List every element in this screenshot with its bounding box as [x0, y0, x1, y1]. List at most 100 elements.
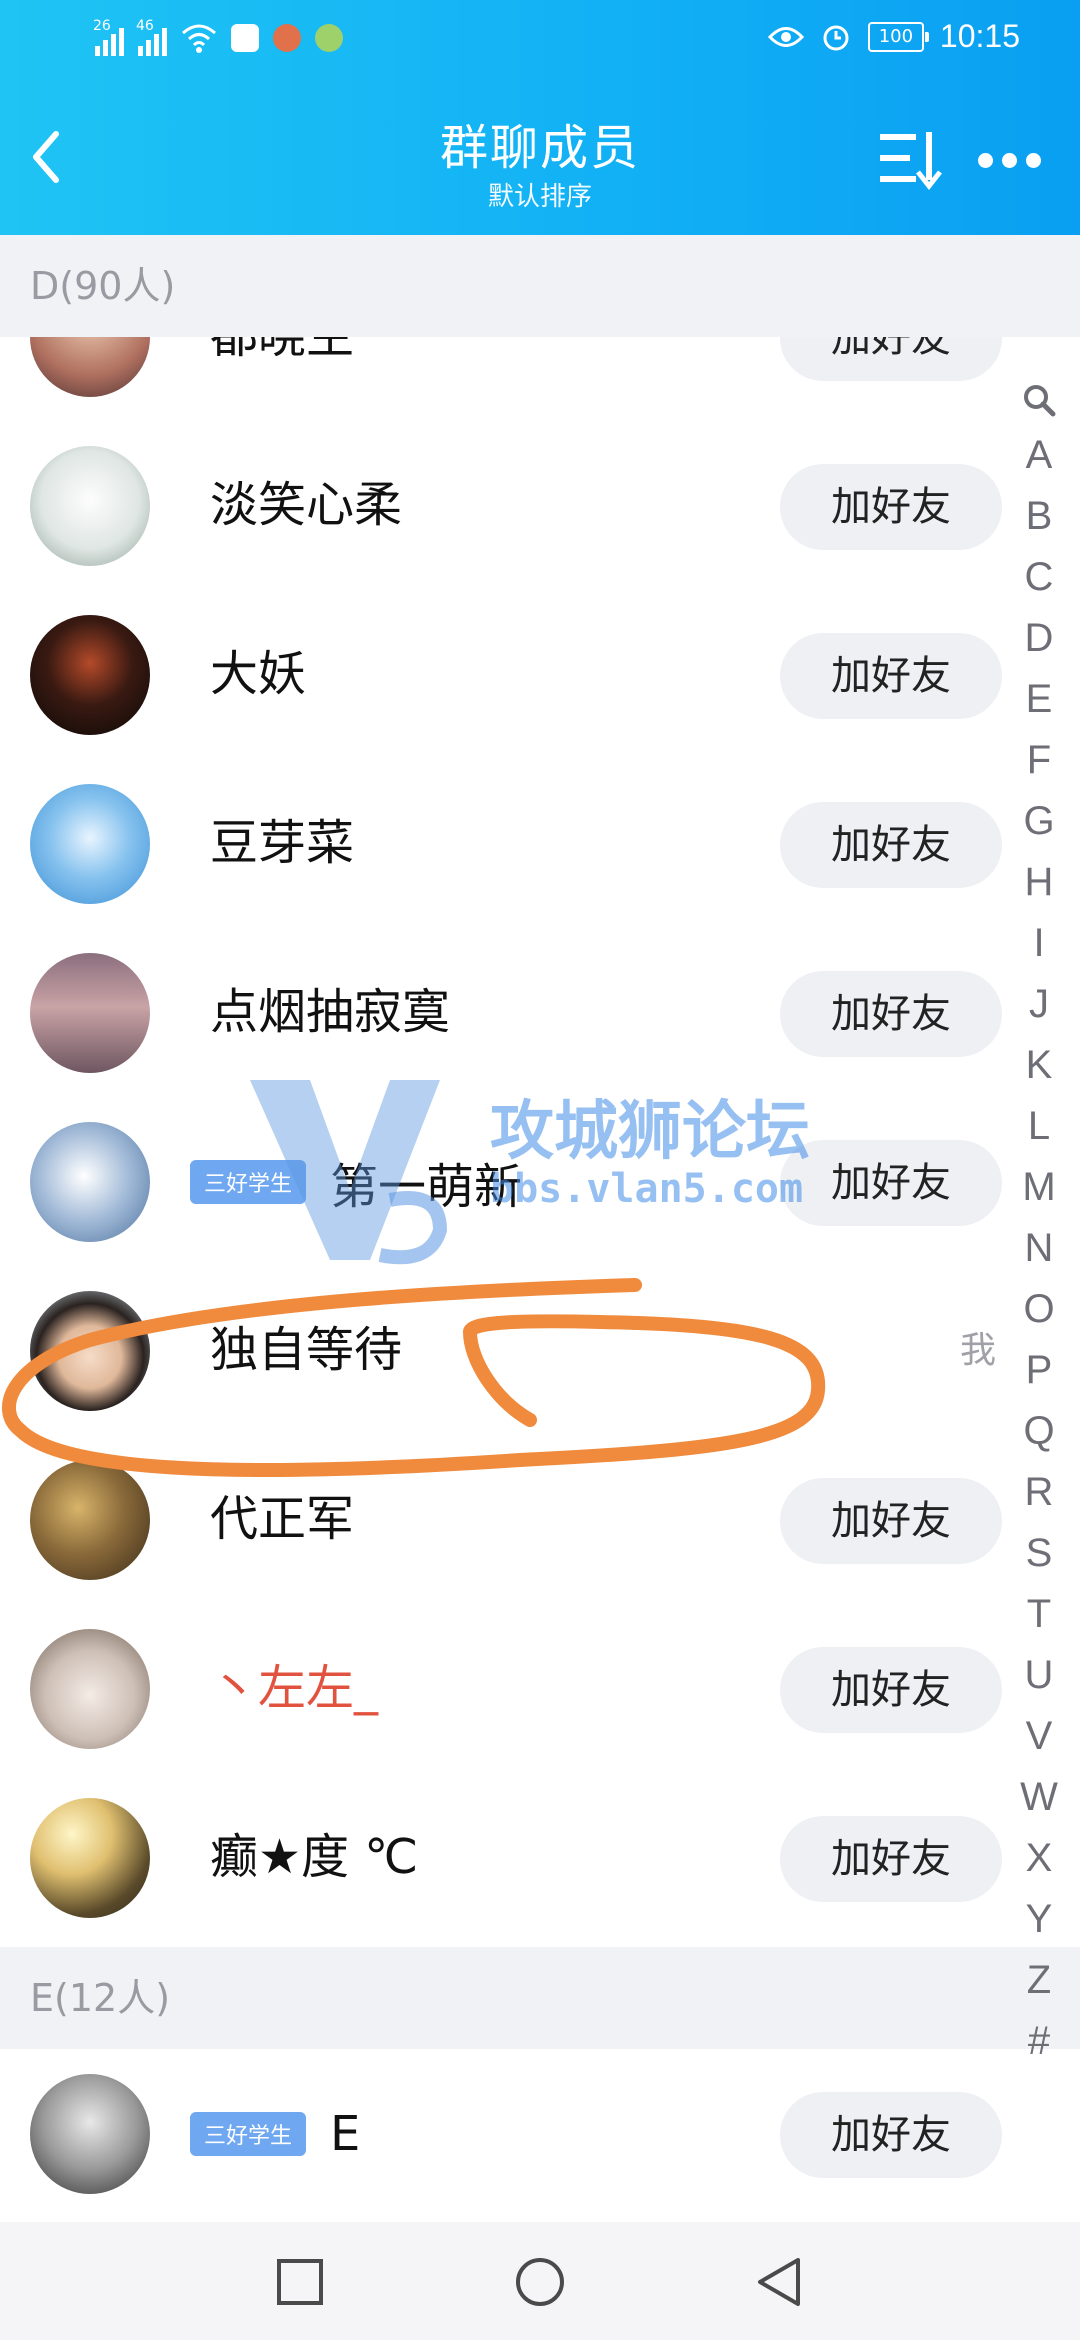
member-name: 都晓生: [210, 337, 354, 421]
index-letter-j[interactable]: J: [1029, 974, 1049, 1035]
index-letter-f[interactable]: F: [1027, 730, 1051, 791]
title-badge: 三好学生: [190, 2111, 307, 2156]
member-name: 豆芽菜: [210, 815, 355, 871]
add-friend-button[interactable]: 加好友: [780, 802, 1002, 888]
avatar: [30, 953, 150, 1073]
list-item[interactable]: 都晓生 加好友: [0, 337, 1080, 421]
list-item[interactable]: 丶左左_ 加好友: [0, 1604, 1080, 1773]
list-item[interactable]: 淡笑心柔 加好友: [0, 421, 1080, 590]
eye-icon: [767, 26, 804, 47]
home-icon[interactable]: [514, 2256, 566, 2308]
member-name-group: 三好学生 E: [190, 2049, 360, 2218]
index-letter-b[interactable]: B: [1026, 486, 1053, 547]
list-item[interactable]: 代正军 加好友: [0, 1435, 1080, 1604]
avatar: [30, 1122, 150, 1242]
index-letter-d[interactable]: D: [1025, 608, 1054, 669]
add-friend-button[interactable]: 加好友: [780, 971, 1002, 1057]
recent-apps-icon[interactable]: [274, 2256, 326, 2308]
avatar: [30, 784, 150, 904]
index-letter-h[interactable]: H: [1025, 852, 1054, 913]
title-badge: 三好学生: [190, 1159, 307, 1204]
list-item[interactable]: 癫★度 ℃ 加好友: [0, 1773, 1080, 1942]
index-letter-r[interactable]: R: [1025, 1462, 1054, 1523]
avatar: [30, 2074, 150, 2194]
avatar: [30, 1460, 150, 1580]
back-nav-icon[interactable]: [754, 2256, 806, 2308]
add-friend-button[interactable]: 加好友: [780, 337, 1002, 381]
member-name: 大妖: [210, 646, 307, 702]
member-list[interactable]: 都晓生 加好友 淡笑心柔 加好友 大妖 加好友 豆芽菜 加好友 点烟抽寂寞 加好…: [0, 337, 1080, 1947]
add-friend-button[interactable]: 加好友: [780, 1816, 1002, 1902]
list-item[interactable]: 点烟抽寂寞 加好友: [0, 928, 1080, 1097]
index-letter-g[interactable]: G: [1023, 791, 1054, 852]
more-options-icon[interactable]: [978, 142, 1048, 178]
index-letter-o[interactable]: O: [1023, 1279, 1054, 1340]
alphabet-index-bar[interactable]: A B C D E F G H I J K L M N O P Q R S T …: [1015, 375, 1063, 2095]
index-letter-s[interactable]: S: [1026, 1523, 1053, 1584]
list-item[interactable]: 豆芽菜 加好友: [0, 759, 1080, 928]
header: 26 46 100 10:15 群聊成员 默认排序: [0, 0, 1080, 235]
member-name: 癫★度 ℃: [210, 1829, 419, 1885]
list-item[interactable]: 独自等待 我: [0, 1266, 1080, 1435]
index-letter-c[interactable]: C: [1025, 547, 1054, 608]
clock-time: 10:15: [939, 18, 1020, 54]
network-type-label: 26: [93, 18, 111, 34]
index-letter-x[interactable]: X: [1026, 1828, 1053, 1889]
index-letter-w[interactable]: W: [1020, 1767, 1058, 1828]
member-name-group: 三好学生 第一萌新: [190, 1097, 522, 1266]
add-friend-button[interactable]: 加好友: [780, 2092, 1002, 2178]
status-left: 26 46: [93, 18, 343, 56]
member-name: 点烟抽寂寞: [210, 984, 451, 1040]
app-notification-icon-2: [273, 24, 301, 52]
app-notification-icon: [231, 24, 259, 52]
add-friend-button[interactable]: 加好友: [780, 633, 1002, 719]
index-letter-a[interactable]: A: [1026, 425, 1053, 486]
avatar: [30, 615, 150, 735]
signal-icon-2: 46: [136, 18, 167, 56]
index-letter-y[interactable]: Y: [1026, 1889, 1053, 1950]
avatar: [30, 1798, 150, 1918]
add-friend-button[interactable]: 加好友: [780, 1478, 1002, 1564]
status-bar: 26 46 100 10:15: [0, 0, 1080, 80]
index-letter-u[interactable]: U: [1025, 1645, 1054, 1706]
index-letter-v[interactable]: V: [1026, 1706, 1053, 1767]
avatar: [30, 1629, 150, 1749]
add-friend-button[interactable]: 加好友: [780, 1647, 1002, 1733]
battery-icon: 100: [867, 21, 929, 52]
index-letter-p[interactable]: P: [1026, 1340, 1053, 1401]
index-letter-q[interactable]: Q: [1023, 1401, 1054, 1462]
avatar: [30, 337, 150, 397]
member-name: 丶左左_: [210, 1660, 379, 1716]
system-navigation-bar: [0, 2222, 1080, 2340]
sort-icon[interactable]: [878, 128, 944, 190]
member-name: E: [330, 2105, 361, 2162]
index-letter-hash[interactable]: #: [1028, 2011, 1050, 2072]
self-label: 我: [960, 1330, 997, 1371]
list-item[interactable]: 三好学生 第一萌新 加好友: [0, 1097, 1080, 1266]
network-type-label-2: 46: [136, 18, 154, 34]
index-letter-m[interactable]: M: [1022, 1157, 1055, 1218]
index-letter-e[interactable]: E: [1026, 669, 1053, 730]
section-header-e: E(12人): [0, 1947, 1080, 2049]
member-name: 第一萌新: [330, 1158, 523, 1215]
wifi-icon: [182, 24, 216, 53]
list-item[interactable]: 大妖 加好友: [0, 590, 1080, 759]
status-right: 100 10:15: [767, 18, 1020, 55]
list-item[interactable]: 三好学生 E 加好友: [0, 2049, 1080, 2218]
index-letter-n[interactable]: N: [1025, 1218, 1054, 1279]
app-notification-icon-3: [315, 24, 343, 52]
member-name: 淡笑心柔: [210, 477, 403, 533]
section-header-d: D(90人): [0, 235, 1080, 337]
index-letter-k[interactable]: K: [1026, 1035, 1053, 1096]
index-letter-t[interactable]: T: [1027, 1584, 1051, 1645]
index-letter-l[interactable]: L: [1028, 1096, 1050, 1157]
alarm-icon: [823, 25, 849, 50]
add-friend-button[interactable]: 加好友: [780, 1140, 1002, 1226]
index-letter-i[interactable]: I: [1033, 913, 1044, 974]
index-letter-z[interactable]: Z: [1027, 1950, 1051, 2011]
index-search-icon[interactable]: [1019, 375, 1059, 425]
signal-icon: 26: [93, 18, 124, 56]
member-name: 代正军: [210, 1491, 355, 1547]
avatar: [30, 1291, 150, 1411]
add-friend-button[interactable]: 加好友: [780, 464, 1002, 550]
